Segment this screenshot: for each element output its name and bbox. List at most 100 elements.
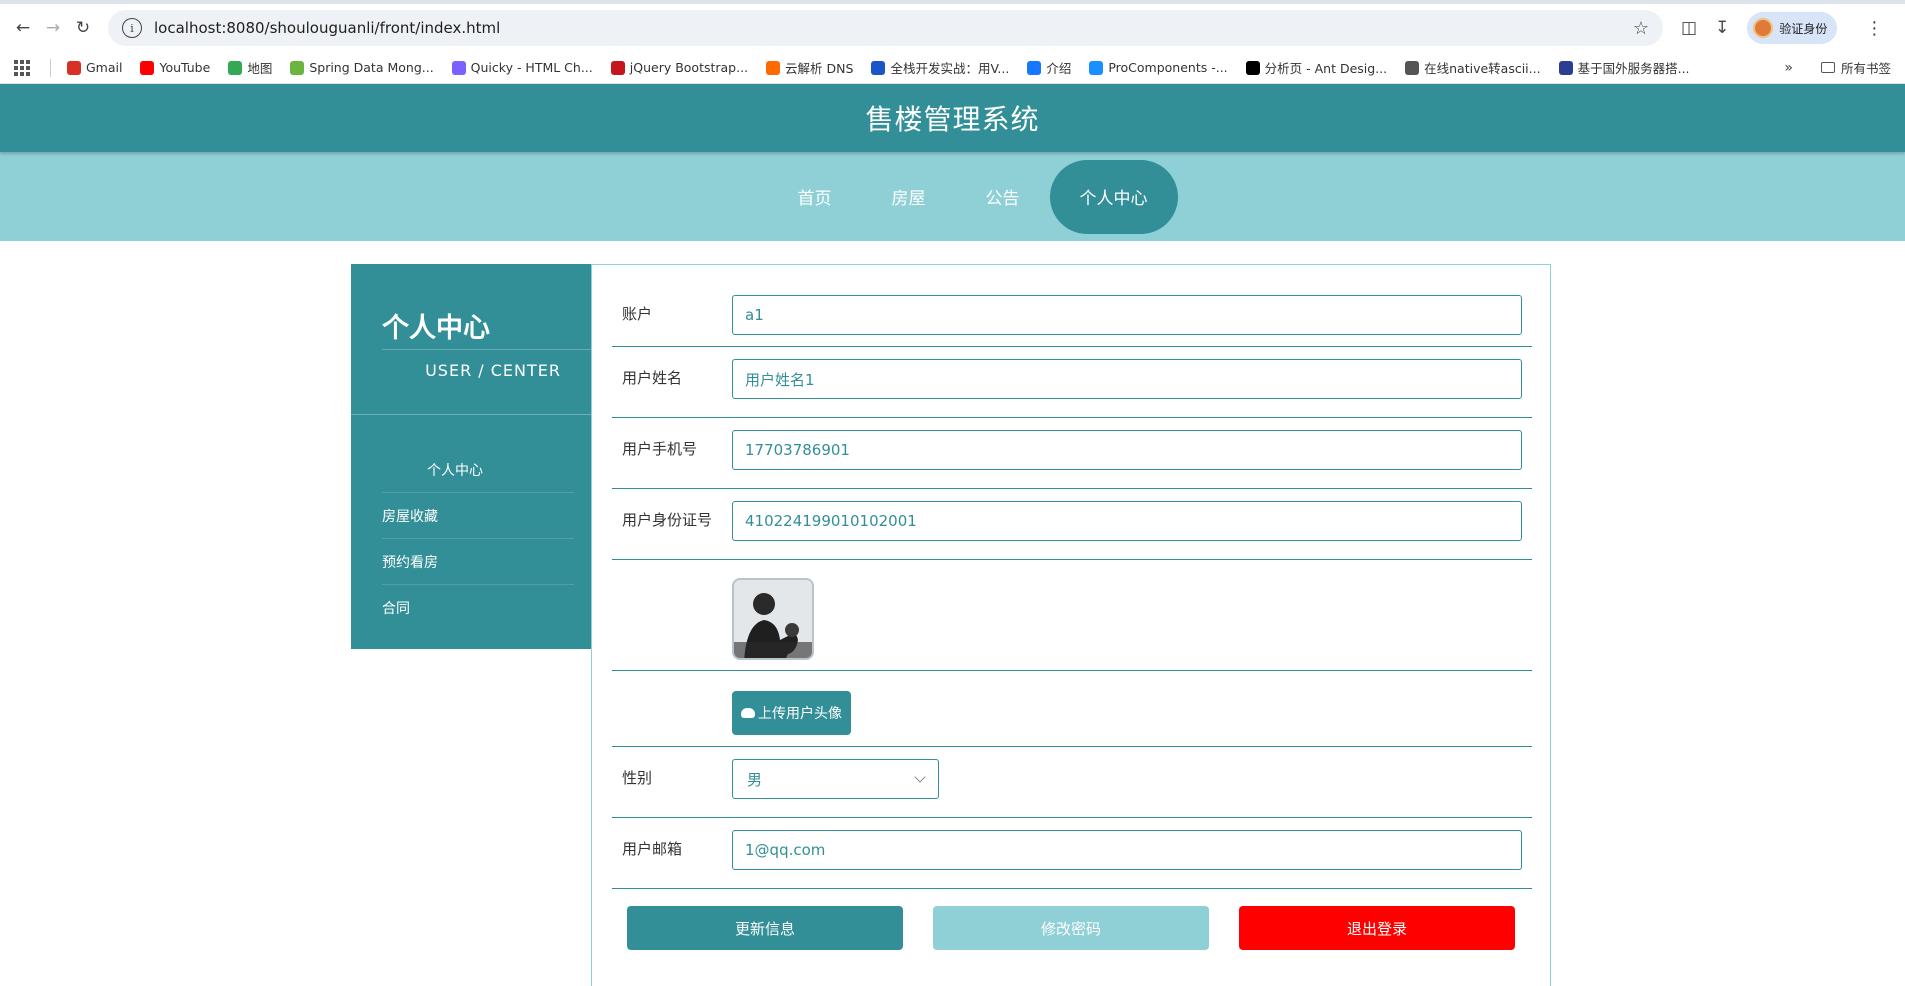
menu-icon[interactable]: ⋮ <box>1865 18 1883 39</box>
sidebar-menu: 个人中心 房屋收藏 预约看房 合同 <box>382 447 574 631</box>
bookmark-item[interactable]: 云解析 DNS <box>766 58 853 77</box>
nav-user-center[interactable]: 个人中心 <box>1049 159 1178 234</box>
name-row: 用户姓名 用户姓名1 <box>612 347 1532 418</box>
main-content: 个人中心 USER / CENTER 个人中心 房屋收藏 预约看房 合同 账户 … <box>0 241 1905 986</box>
sidebar-item-user-center[interactable]: 个人中心 <box>382 447 574 493</box>
sidebar-subtitle: USER / CENTER <box>425 361 561 380</box>
name-input[interactable]: 用户姓名1 <box>732 359 1522 399</box>
bookmark-favicon-icon <box>1245 60 1260 75</box>
bookmark-favicon-icon <box>610 60 625 75</box>
site-header: 售楼管理系统 <box>0 84 1905 152</box>
main-nav: 首页 房屋 公告 个人中心 <box>0 152 1905 241</box>
all-bookmarks-label: 所有书签 <box>1840 61 1891 76</box>
bookmark-item[interactable]: YouTube <box>140 60 210 75</box>
sidebar: 个人中心 USER / CENTER 个人中心 房屋收藏 预约看房 合同 <box>351 264 591 649</box>
nav-houses[interactable]: 房屋 <box>862 160 956 234</box>
account-label: 账户 <box>622 305 653 323</box>
all-bookmarks-button[interactable]: 所有书签 <box>1820 58 1891 77</box>
upload-row: 上传用户头像 <box>612 671 1532 747</box>
bookmark-label: 介绍 <box>1046 61 1072 76</box>
extensions-icon[interactable]: ◫ <box>1681 18 1697 38</box>
bookmark-favicon-icon <box>140 60 155 75</box>
bookmark-label: 基于国外服务器搭... <box>1577 61 1690 76</box>
bookmark-favicon-icon <box>67 60 81 75</box>
profile-button[interactable]: 验证身份 <box>1747 12 1838 44</box>
user-avatar <box>732 578 814 660</box>
email-input[interactable]: 1@qq.com <box>732 830 1522 870</box>
bookmark-item[interactable]: jQuery Bootstrap... <box>610 60 749 75</box>
bookmark-item[interactable]: 地图 <box>228 58 272 77</box>
cloud-upload-icon <box>741 708 755 718</box>
bookmark-label: 云解析 DNS <box>785 61 854 76</box>
back-icon[interactable]: ← <box>8 13 38 43</box>
gender-value: 男 <box>747 770 763 789</box>
bookmark-label: Quicky - HTML Ch... <box>470 60 593 75</box>
phone-row: 用户手机号 17703786901 <box>612 418 1532 489</box>
url-text[interactable]: localhost:8080/shoulouguanli/front/index… <box>154 19 1633 37</box>
bookmark-item[interactable]: 介绍 <box>1027 58 1071 77</box>
bookmark-favicon-icon <box>290 60 305 75</box>
bookmark-label: 全栈开发实战：用V... <box>890 61 1010 76</box>
avatar-row <box>612 560 1532 671</box>
account-input[interactable]: a1 <box>732 295 1522 335</box>
bookmark-favicon-icon <box>871 60 886 75</box>
update-info-button[interactable]: 更新信息 <box>627 906 903 950</box>
bookmark-label: jQuery Bootstrap... <box>629 60 749 75</box>
chevron-down-icon <box>914 771 926 783</box>
idcard-input[interactable]: 410224199010102001 <box>732 501 1522 541</box>
profile-label: 验证身份 <box>1779 21 1828 36</box>
account-row: 账户 a1 <box>612 265 1532 347</box>
bookmark-item[interactable]: Spring Data Mong... <box>290 60 434 75</box>
email-label: 用户邮箱 <box>622 840 683 858</box>
idcard-row: 用户身份证号 410224199010102001 <box>612 489 1532 560</box>
sidebar-title-divider <box>382 349 591 350</box>
gender-select[interactable]: 男 <box>732 759 939 799</box>
email-row: 用户邮箱 1@qq.com <box>612 818 1532 889</box>
bookmark-item[interactable]: 在线native转ascii... <box>1405 58 1541 77</box>
logout-button[interactable]: 退出登录 <box>1239 906 1515 950</box>
download-icon[interactable]: ↧ <box>1715 18 1729 38</box>
bookmark-label: 地图 <box>247 61 273 76</box>
bookmark-star-icon[interactable]: ☆ <box>1633 18 1649 39</box>
idcard-label: 用户身份证号 <box>622 511 713 529</box>
bookmark-item[interactable]: Quicky - HTML Ch... <box>451 60 593 75</box>
apps-icon[interactable] <box>14 59 30 76</box>
site-title: 售楼管理系统 <box>865 103 1040 136</box>
site-info-icon[interactable]: i <box>122 18 142 38</box>
bookmark-favicon-icon <box>228 60 243 75</box>
bookmark-label: YouTube <box>159 60 211 75</box>
folder-icon <box>1820 62 1835 73</box>
sidebar-item-favorites[interactable]: 房屋收藏 <box>382 493 574 539</box>
sidebar-divider <box>351 414 591 415</box>
bookmark-label: ProComponents -... <box>1108 60 1228 75</box>
forward-icon[interactable]: → <box>38 13 68 43</box>
bookmarks-bar: Gmail YouTube 地图 Spring Data Mong... Quicky … <box>0 52 1905 84</box>
sidebar-title: 个人中心 <box>382 313 490 344</box>
address-bar[interactable]: i localhost:8080/shoulouguanli/front/ind… <box>108 10 1663 46</box>
bookmark-item[interactable]: 基于国外服务器搭... <box>1558 58 1690 77</box>
bookmark-item[interactable]: 分析页 - Ant Desig... <box>1245 58 1387 77</box>
profile-avatar <box>1753 18 1774 38</box>
bookmark-item[interactable]: Gmail <box>67 60 122 75</box>
gender-row: 性别 男 <box>612 747 1532 818</box>
bookmark-label: Spring Data Mong... <box>309 60 434 75</box>
bookmark-favicon-icon <box>1405 60 1420 75</box>
nav-home[interactable]: 首页 <box>768 160 862 234</box>
bookmark-label: 在线native转ascii... <box>1424 61 1541 76</box>
upload-avatar-button[interactable]: 上传用户头像 <box>732 691 851 735</box>
bookmark-item[interactable]: 全栈开发实战：用V... <box>871 58 1009 77</box>
sidebar-item-appointments[interactable]: 预约看房 <box>382 539 574 585</box>
sidebar-item-contracts[interactable]: 合同 <box>382 585 574 631</box>
reload-icon[interactable]: ↻ <box>68 13 98 43</box>
bookmark-favicon-icon <box>1089 60 1104 75</box>
bookmark-label: Gmail <box>86 60 123 75</box>
browser-toolbar: ← → ↻ i localhost:8080/shoulouguanli/fro… <box>0 0 1905 52</box>
change-password-button[interactable]: 修改密码 <box>933 906 1209 950</box>
phone-input[interactable]: 17703786901 <box>732 430 1522 470</box>
gender-label: 性别 <box>622 769 653 787</box>
bookmark-favicon-icon <box>451 60 466 75</box>
bookmark-item[interactable]: ProComponents -... <box>1089 60 1228 75</box>
more-bookmarks-icon[interactable]: » <box>1784 60 1793 76</box>
bookmarks-divider <box>50 58 51 77</box>
nav-notices[interactable]: 公告 <box>956 160 1050 234</box>
